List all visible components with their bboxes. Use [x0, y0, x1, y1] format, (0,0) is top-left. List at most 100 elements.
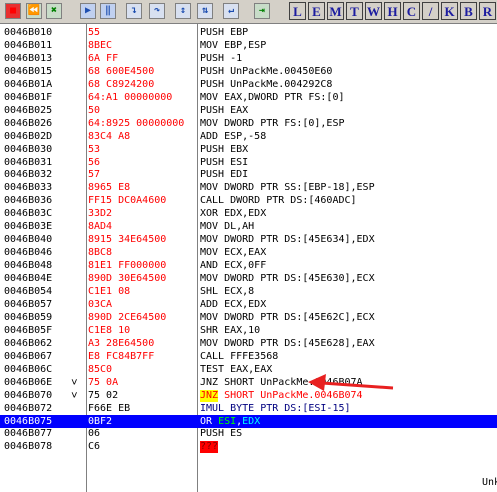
- disasm-row[interactable]: 0046B06E ˅ 75 0A JNZ SHORT UnPackMe.0046B07…: [0, 376, 497, 389]
- trace-into-icon[interactable]: ↕: [175, 3, 191, 19]
- row-hex-dump: C6: [88, 441, 101, 453]
- disasm-row[interactable]: 0046B026 64:8925 00000000 MOV DWORD PTR FS…: [0, 117, 497, 130]
- view-button-l[interactable]: L: [289, 2, 306, 20]
- trace-over-icon[interactable]: ⇅: [197, 3, 213, 19]
- row-instruction: MOV DWORD PTR DS:[45E62C],ECX: [200, 311, 375, 323]
- row-hex-dump: 8AD4: [88, 221, 113, 233]
- execute-till-return-icon[interactable]: ↵: [223, 3, 239, 19]
- row-hex-dump: 55: [88, 27, 101, 38]
- row-address: 0046B036: [4, 195, 53, 207]
- row-instruction: MOV EAX,DWORD PTR FS:[0]: [200, 91, 345, 103]
- run-icon[interactable]: ▶: [80, 3, 96, 19]
- row-instruction: PUSH UnPackMe.004292C8: [200, 78, 333, 90]
- row-address: 0046B032: [4, 169, 53, 181]
- disasm-row[interactable]: 0046B036 FF15 DC0A4600 CALL DWORD PTR DS:[…: [0, 194, 497, 207]
- view-button-h[interactable]: H: [384, 2, 401, 20]
- row-hex-dump: 890D 30E64500: [88, 273, 167, 285]
- disasm-row[interactable]: 0046B075 0BF2 OR ESI,EDX: [0, 414, 497, 428]
- jump-marker: ˅: [71, 388, 78, 402]
- row-hex-dump: FF15 DC0A4600: [88, 195, 167, 207]
- disasm-row[interactable]: 0046B078 C6???: [0, 440, 497, 454]
- row-hex-dump: C1E8 10: [88, 324, 131, 336]
- row-address: 0046B077: [4, 428, 53, 440]
- disasm-row[interactable]: 0046B013 6A FF PUSH -1: [0, 52, 497, 65]
- disasm-row[interactable]: 0046B048 81E1 FF000000 AND ECX,0FF: [0, 259, 497, 272]
- disassembly-pane[interactable]: 0046B010 55 PUSH EBP 0046B011 8BEC MOV EBP,ES…: [0, 24, 497, 492]
- step-over-icon[interactable]: ↷: [149, 3, 165, 19]
- disasm-row[interactable]: 0046B040 8915 34E64500 MOV DWORD PTR DS:[4…: [0, 233, 497, 246]
- step-into-icon[interactable]: ↴: [126, 3, 142, 19]
- disasm-row[interactable]: 0046B03C 33D2 XOR EDX,EDX: [0, 207, 497, 220]
- disasm-row[interactable]: 0046B06C 85C0 TEST EAX,EAX: [0, 363, 497, 376]
- view-button-t[interactable]: T: [346, 2, 363, 20]
- view-button-r[interactable]: R: [479, 2, 496, 20]
- row-hex-dump: E8 FC84B7FF: [88, 350, 155, 362]
- jump-marker: ˅: [71, 375, 78, 389]
- view-button-c[interactable]: C: [403, 2, 420, 20]
- view-button-slash[interactable]: /: [422, 2, 439, 20]
- stop-icon[interactable]: ■: [5, 3, 21, 19]
- row-address: 0046B078: [4, 441, 53, 453]
- disasm-row[interactable]: 0046B03E 8AD4 MOV DL,AH: [0, 220, 497, 233]
- disasm-row[interactable]: 0046B011 8BEC MOV EBP,ESP: [0, 39, 497, 52]
- disasm-row[interactable]: 0046B070 ˅ 75 02 JNZ SHORT UnPackMe.0046B07…: [0, 389, 497, 402]
- disasm-row[interactable]: 0046B031 56 PUSH ESI: [0, 156, 497, 169]
- row-address: 0046B011: [4, 39, 53, 51]
- row-instruction: ADD ESP,-58: [200, 130, 267, 142]
- row-instruction: PUSH EBP: [200, 27, 249, 38]
- disasm-row[interactable]: 0046B059 890D 2CE64500 MOV DWORD PTR DS:[4…: [0, 311, 497, 324]
- view-button-m[interactable]: M: [327, 2, 344, 20]
- row-instruction: OR ESI,EDX: [200, 415, 261, 427]
- row-address: 0046B01F: [4, 91, 53, 103]
- view-button-b[interactable]: B: [460, 2, 477, 20]
- row-instruction: JNZ SHORT UnPackMe.0046B074: [200, 389, 363, 402]
- row-address: 0046B070: [4, 389, 53, 401]
- disasm-row[interactable]: 0046B067 E8 FC84B7FF CALL FFFE3568: [0, 350, 497, 363]
- row-address: 0046B01A: [4, 78, 53, 90]
- disasm-row[interactable]: 0046B05F C1E8 10 SHR EAX,10: [0, 324, 497, 337]
- row-hex-dump: 75 0A: [88, 376, 119, 388]
- row-hex-dump: 53: [88, 143, 101, 155]
- row-hex-dump: 81E1 FF000000: [88, 260, 167, 272]
- restart-icon[interactable]: ⏪: [26, 3, 42, 19]
- row-address: 0046B05F: [4, 324, 53, 336]
- disasm-row[interactable]: 0046B072 F66E EB IMUL BYTE PTR DS:[ESI-15]: [0, 402, 497, 415]
- row-instruction: MOV DWORD PTR DS:[45E628],EAX: [200, 337, 375, 349]
- disasm-row[interactable]: 0046B01A 68 C8924200 PUSH UnPackMe.004292C…: [0, 78, 497, 91]
- row-address: 0046B040: [4, 234, 53, 246]
- disasm-row[interactable]: 0046B057 03CA ADD ECX,EDX: [0, 298, 497, 311]
- disasm-row[interactable]: 0046B062 A3 28E64500 MOV DWORD PTR DS:[45E…: [0, 337, 497, 350]
- disasm-row[interactable]: 0046B030 53 PUSH EBX: [0, 143, 497, 156]
- view-button-w[interactable]: W: [365, 2, 382, 20]
- disasm-row[interactable]: 0046B04E 890D 30E64500 MOV DWORD PTR DS:[4…: [0, 272, 497, 285]
- row-instruction: PUSH ESI: [200, 156, 249, 168]
- disasm-row[interactable]: 0046B077 06 PUSH ES: [0, 427, 497, 440]
- disasm-row[interactable]: 0046B010 55 PUSH EBP: [0, 26, 497, 39]
- disasm-row[interactable]: 0046B015 68 600E4500 PUSH UnPackMe.00450E6…: [0, 65, 497, 78]
- row-instruction: MOV ECX,EAX: [200, 247, 267, 259]
- disasm-row[interactable]: 0046B046 8BC8 MOV ECX,EAX: [0, 246, 497, 259]
- row-instruction: ???: [200, 440, 219, 454]
- disasm-row[interactable]: 0046B033 8965 E8 MOV DWORD PTR SS:[EBP-18]…: [0, 181, 497, 194]
- row-address: 0046B015: [4, 65, 53, 77]
- row-address: 0046B059: [4, 311, 53, 323]
- row-instruction: PUSH EAX: [200, 104, 249, 116]
- row-address: 0046B067: [4, 350, 53, 362]
- row-instruction: MOV DWORD PTR FS:[0],ESP: [200, 117, 345, 129]
- disasm-row[interactable]: 0046B01F 64:A1 00000000 MOV EAX,DWORD PTR …: [0, 91, 497, 104]
- disasm-row[interactable]: 0046B032 57 PUSH EDI: [0, 168, 497, 181]
- disasm-row[interactable]: 0046B025 50 PUSH EAX: [0, 104, 497, 117]
- go-to-icon[interactable]: ⇥: [254, 3, 270, 19]
- row-instruction: PUSH EDI: [200, 169, 249, 181]
- row-hex-dump: 56: [88, 156, 101, 168]
- row-address: 0046B03E: [4, 221, 53, 233]
- disasm-row[interactable]: 0046B02D 83C4 A8 ADD ESP,-58: [0, 130, 497, 143]
- row-instruction: PUSH UnPackMe.00450E60: [200, 65, 333, 77]
- disasm-row[interactable]: 0046B054 C1E1 08 SHL ECX,8: [0, 285, 497, 298]
- view-button-e[interactable]: E: [308, 2, 325, 20]
- view-button-k[interactable]: K: [441, 2, 458, 20]
- close-icon[interactable]: ✖: [46, 3, 62, 19]
- row-hex-dump: 57: [88, 169, 101, 181]
- row-hex-dump: 83C4 A8: [88, 130, 131, 142]
- pause-icon[interactable]: ‖: [100, 3, 116, 19]
